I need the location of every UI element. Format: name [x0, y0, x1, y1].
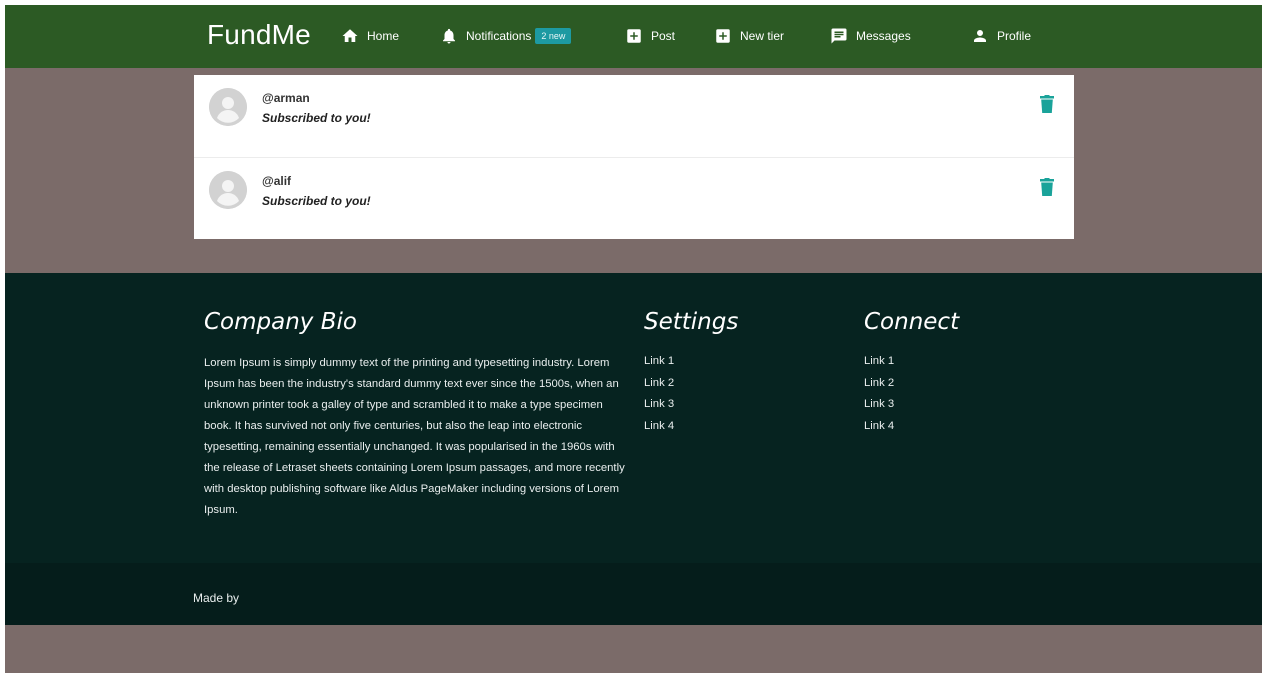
connect-title: Connect	[864, 309, 960, 335]
settings-title: Settings	[644, 309, 739, 335]
nav-notifications[interactable]: Notifications 2 new	[440, 25, 572, 47]
settings-link-4[interactable]: Link 4	[644, 416, 674, 438]
notification-username[interactable]: @alif	[262, 174, 291, 188]
made-by-text: Made by	[193, 591, 240, 605]
settings-link-2[interactable]: Link 2	[644, 373, 674, 395]
bell-icon	[440, 27, 458, 45]
company-bio-title: Company Bio	[204, 309, 357, 335]
brand-logo[interactable]: FundMe	[207, 19, 311, 51]
page-frame: FundMe Home Notifications 2 new Post New…	[5, 5, 1262, 673]
notification-username[interactable]: @arman	[262, 91, 310, 105]
connect-link-3[interactable]: Link 3	[864, 394, 894, 416]
notification-message: Subscribed to you!	[262, 194, 371, 208]
nav-notifications-label: Notifications	[466, 29, 532, 43]
settings-link-3[interactable]: Link 3	[644, 394, 674, 416]
footer-bottom-bar: Made by	[5, 563, 1262, 625]
avatar	[209, 88, 247, 126]
plus-square-icon	[714, 27, 732, 45]
connect-links: Link 1 Link 2 Link 3 Link 4	[864, 351, 894, 437]
nav-home[interactable]: Home	[341, 25, 399, 47]
avatar	[209, 171, 247, 209]
connect-link-1[interactable]: Link 1	[864, 351, 894, 373]
nav-post[interactable]: Post	[625, 25, 675, 47]
settings-links: Link 1 Link 2 Link 3 Link 4	[644, 351, 674, 437]
notification-item: @arman Subscribed to you!	[194, 75, 1074, 157]
nav-post-label: Post	[651, 29, 676, 43]
home-icon	[341, 27, 359, 45]
nav-new-tier-label: New tier	[740, 29, 785, 43]
nav-messages[interactable]: Messages	[830, 25, 911, 47]
settings-link-1[interactable]: Link 1	[644, 351, 674, 373]
trash-icon[interactable]	[1040, 178, 1054, 196]
notification-item: @alif Subscribed to you!	[194, 157, 1074, 239]
trash-icon[interactable]	[1040, 95, 1054, 113]
person-icon	[971, 27, 989, 45]
nav-home-label: Home	[367, 29, 400, 43]
message-icon	[830, 27, 848, 45]
notifications-list: @arman Subscribed to you! @alif Subscrib…	[194, 75, 1074, 239]
connect-link-4[interactable]: Link 4	[864, 416, 894, 438]
nav-new-tier[interactable]: New tier	[714, 25, 784, 47]
notifications-badge: 2 new	[535, 28, 572, 44]
nav-profile[interactable]: Profile	[971, 25, 1031, 47]
connect-link-2[interactable]: Link 2	[864, 373, 894, 395]
nav-messages-label: Messages	[856, 29, 911, 43]
footer: Company Bio Lorem Ipsum is simply dummy …	[5, 273, 1262, 563]
company-bio-text: Lorem Ipsum is simply dummy text of the …	[204, 357, 625, 516]
plus-square-icon	[625, 27, 643, 45]
notification-message: Subscribed to you!	[262, 111, 371, 125]
nav-profile-label: Profile	[997, 29, 1032, 43]
navbar: FundMe Home Notifications 2 new Post New…	[5, 5, 1262, 68]
